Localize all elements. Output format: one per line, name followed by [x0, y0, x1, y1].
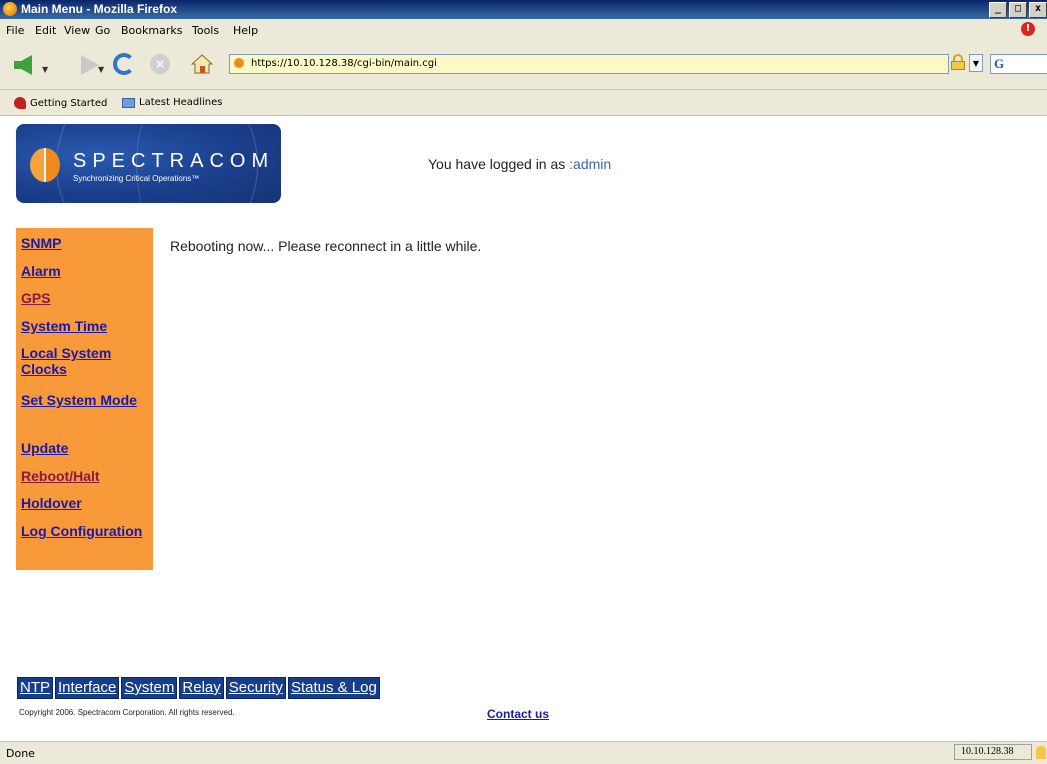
sidebar-item-log-configuration[interactable]: Log Configuration — [21, 523, 149, 539]
forward-dropdown-icon[interactable]: ▼ — [98, 65, 104, 74]
menu-tools[interactable]: Tools — [192, 24, 219, 37]
menu-file[interactable]: File — [6, 24, 24, 37]
sidebar-item-snmp[interactable]: SNMP — [21, 235, 149, 251]
search-input[interactable]: G — [990, 54, 1047, 74]
bookmarks-toolbar: Getting Started Latest Headlines — [0, 90, 1047, 116]
window-controls: _ □ x — [989, 2, 1047, 18]
menu-bookmarks[interactable]: Bookmarks — [121, 24, 182, 37]
tab-ntp[interactable]: NTP — [17, 677, 53, 699]
logo-brand-text: SPECTRACOM — [73, 150, 275, 172]
forward-arrow-icon[interactable] — [81, 55, 99, 75]
bottom-nav-tabs: NTP Interface System Relay Security Stat… — [17, 677, 380, 699]
sidebar-item-system-time[interactable]: System Time — [21, 318, 149, 334]
status-lock-icon[interactable] — [1036, 746, 1046, 759]
address-dropdown-icon[interactable]: ▼ — [969, 54, 983, 72]
bookmark-latest-headlines[interactable]: Latest Headlines — [122, 97, 223, 108]
google-search-icon: G — [994, 56, 1005, 71]
bookmark-getting-started[interactable]: Getting Started — [14, 97, 107, 109]
menu-bar: File Edit View Go Bookmarks Tools Help ! — [0, 19, 1047, 41]
spectracom-emblem-icon — [30, 148, 60, 182]
window-title: Main Menu - Mozilla Firefox — [21, 2, 178, 16]
login-prefix: You have logged in as — [428, 156, 570, 172]
minimize-button[interactable]: _ — [989, 2, 1007, 18]
sidebar-item-update[interactable]: Update — [21, 440, 149, 456]
sidebar-item-set-system-mode[interactable]: Set System Mode — [21, 392, 149, 408]
page-content: SPECTRACOM Synchronizing Critical Operat… — [0, 116, 1047, 740]
status-host: 10.10.128.38 — [954, 744, 1032, 760]
firefox-icon — [3, 2, 17, 16]
tab-system[interactable]: System — [121, 677, 178, 699]
close-button[interactable]: x — [1029, 2, 1047, 18]
secure-lock-icon[interactable] — [951, 54, 965, 70]
menu-help[interactable]: Help — [233, 24, 258, 37]
sidebar-item-holdover[interactable]: Holdover — [21, 495, 149, 511]
reload-icon[interactable] — [113, 53, 135, 75]
tab-relay[interactable]: Relay — [179, 677, 224, 699]
menu-go[interactable]: Go — [95, 24, 110, 37]
tab-security[interactable]: Security — [225, 677, 286, 699]
status-bar: Done 10.10.128.38 — [0, 741, 1047, 764]
site-favicon-icon — [234, 58, 244, 68]
getting-started-icon — [14, 97, 26, 109]
reboot-message: Rebooting now... Please reconnect in a l… — [170, 238, 482, 254]
login-user: :admin — [569, 156, 612, 172]
status-text: Done — [6, 747, 35, 760]
sidebar-item-reboot-halt[interactable]: Reboot/Halt — [21, 468, 149, 484]
logo-tagline: Synchronizing Critical Operations™ — [73, 174, 200, 183]
sidebar-item-local-system-clocks[interactable]: Local System Clocks — [21, 345, 149, 377]
tab-status-log[interactable]: Status & Log — [287, 677, 380, 699]
back-arrow-icon[interactable] — [14, 55, 32, 75]
sidebar-item-alarm[interactable]: Alarm — [21, 263, 149, 279]
bookmark-label: Getting Started — [30, 97, 108, 109]
tab-interface[interactable]: Interface — [55, 677, 120, 699]
stop-icon[interactable]: × — [150, 54, 170, 74]
sidebar-item-gps[interactable]: GPS — [21, 290, 149, 306]
spectracom-logo: SPECTRACOM Synchronizing Critical Operat… — [16, 124, 281, 203]
window-titlebar: Main Menu - Mozilla Firefox _ □ x — [0, 0, 1047, 19]
menu-view[interactable]: View — [64, 24, 90, 37]
menu-edit[interactable]: Edit — [35, 24, 56, 37]
bookmark-label: Latest Headlines — [139, 97, 223, 108]
login-status: You have logged in as :admin — [428, 156, 611, 172]
contact-us-link[interactable]: Contact us — [487, 707, 549, 721]
sidebar-menu: SNMP Alarm GPS System Time Local System … — [16, 228, 153, 570]
home-icon[interactable] — [191, 53, 213, 75]
address-url[interactable]: https://10.10.128.38/cgi-bin/main.cgi — [251, 58, 437, 69]
copyright-text: Copyright 2006. Spectracom Corporation. … — [19, 708, 235, 717]
back-dropdown-icon[interactable]: ▼ — [42, 65, 48, 74]
folder-icon — [122, 97, 135, 108]
address-bar[interactable]: https://10.10.128.38/cgi-bin/main.cgi — [229, 54, 949, 74]
maximize-button[interactable]: □ — [1009, 2, 1027, 18]
alert-icon[interactable]: ! — [1021, 22, 1035, 36]
navigation-toolbar: ▼ ▼ × https://10.10.128.38/cgi-bin/main.… — [0, 41, 1047, 90]
